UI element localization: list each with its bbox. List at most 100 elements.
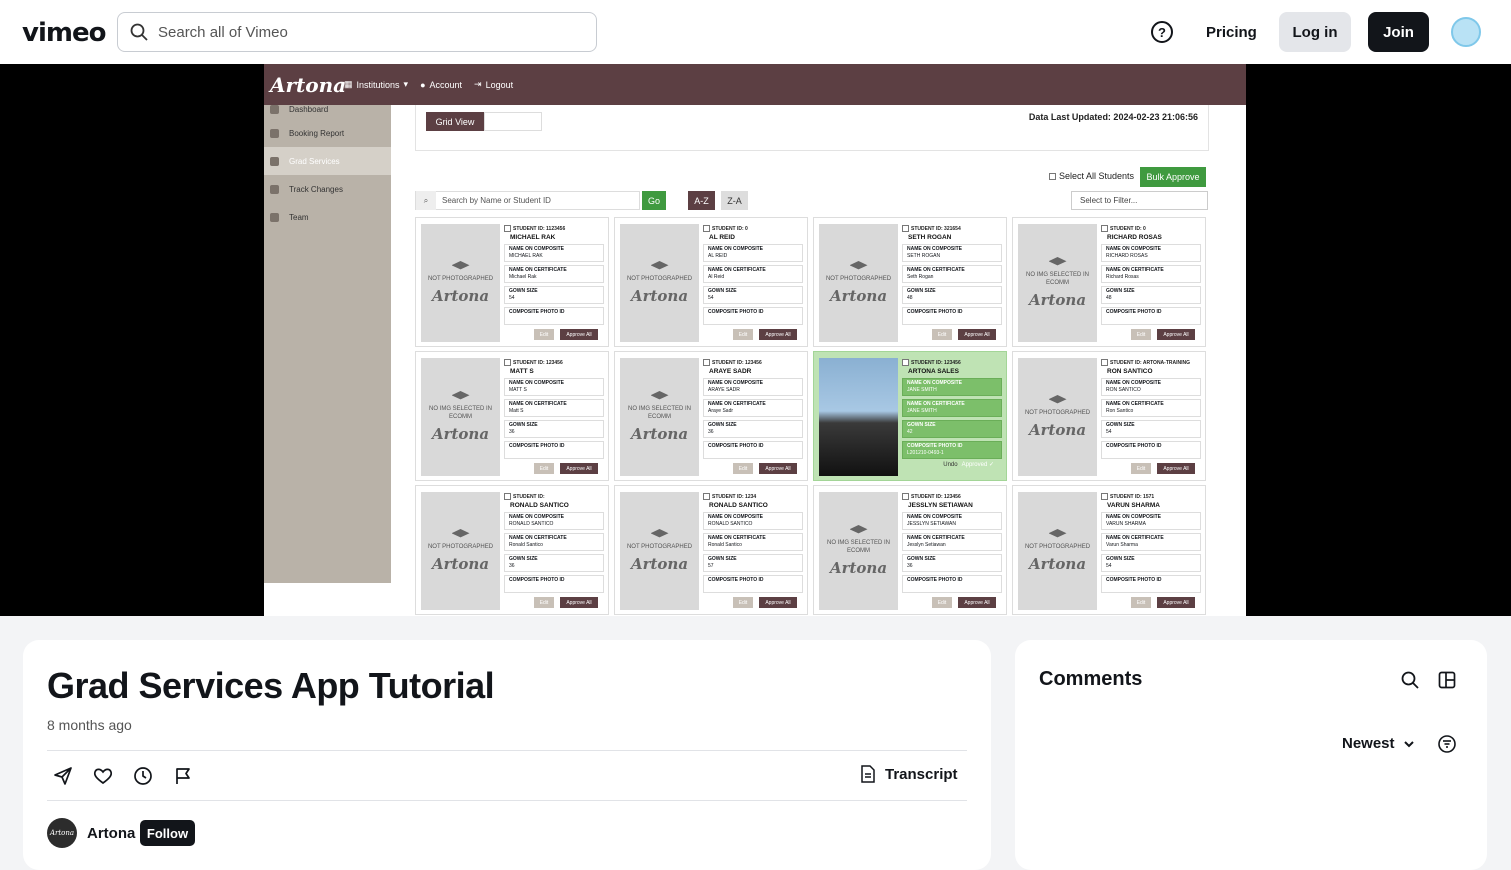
divider	[47, 800, 967, 801]
history-icon	[270, 184, 279, 194]
filter-select: Select to Filter...	[1071, 191, 1208, 210]
transcript-label: Transcript	[885, 765, 958, 783]
graduation-cap-icon	[1048, 395, 1067, 404]
field-certificate: NAME ON CERTIFICATE Ronald Santico	[703, 533, 803, 551]
search-icon[interactable]	[1401, 671, 1419, 689]
report-flag-icon[interactable]	[173, 766, 193, 786]
student-card: NOT PHOTOGRAPHED Artona STUDENT ID: 112345…	[415, 217, 609, 347]
user-avatar-icon[interactable]	[1451, 17, 1481, 47]
channel-avatar[interactable]: Artona	[47, 818, 77, 848]
help-icon[interactable]: ?	[1150, 20, 1174, 44]
edit-button: Edit	[1131, 329, 1151, 340]
undo-approved: Undo Approved ✓	[943, 462, 994, 468]
field-composite: NAME ON COMPOSITE MICHAEL RAK	[504, 244, 604, 262]
graduation-cap-icon	[650, 261, 669, 270]
watch-later-icon[interactable]	[133, 766, 153, 786]
field-certificate: NAME ON CERTIFICATE Ronald Santico	[504, 533, 604, 551]
field-photo-id: COMPOSITE PHOTO ID	[703, 575, 803, 593]
field-certificate: NAME ON CERTIFICATE JANE SMITH	[902, 399, 1002, 417]
field-composite: NAME ON COMPOSITE VARUN SHARMA	[1101, 512, 1201, 530]
comments-title: Comments	[1039, 668, 1143, 690]
photo-status: NOT PHOTOGRAPHED	[626, 276, 693, 282]
student-card: NOT PHOTOGRAPHED Artona STUDENT ID: ARTONA…	[1012, 351, 1206, 481]
graduation-cap-icon	[1048, 257, 1067, 266]
sort-dropdown[interactable]: Newest	[1342, 735, 1415, 752]
sort-label: Newest	[1342, 735, 1395, 752]
field-photo-id: COMPOSITE PHOTO ID	[504, 575, 604, 593]
search-input[interactable]	[158, 23, 558, 41]
field-composite: NAME ON COMPOSITE AL REID	[703, 244, 803, 262]
share-icon[interactable]	[53, 766, 73, 786]
artona-watermark: Artona	[1028, 421, 1087, 439]
graduation-cap-icon	[451, 529, 470, 538]
student-card: NO IMG SELECTED IN ECOMM Artona STUDENT ID…	[1012, 217, 1206, 347]
vimeo-logo[interactable]: vimeo	[22, 18, 106, 48]
student-name: MATT S	[510, 368, 534, 375]
checkbox-icon	[902, 225, 909, 232]
student-name: RICHARD ROSAS	[1107, 234, 1162, 241]
login-button[interactable]: Log in	[1279, 12, 1351, 52]
search-box[interactable]	[117, 12, 597, 52]
student-name: VARUN SHARMA	[1107, 502, 1160, 509]
artona-watermark: Artona	[630, 287, 689, 305]
artona-logo: Artona	[270, 72, 347, 97]
field-certificate: NAME ON CERTIFICATE Al Reid	[703, 265, 803, 283]
filter-icon[interactable]	[1438, 735, 1456, 753]
checkbox-icon	[504, 493, 511, 500]
graduation-cap-icon	[650, 529, 669, 538]
student-name: MICHAEL RAK	[510, 234, 556, 241]
checkbox-icon	[902, 359, 909, 366]
approve-all-button: Approve All	[759, 597, 797, 608]
field-certificate: NAME ON CERTIFICATE Araye Sadr	[703, 399, 803, 417]
field-composite: NAME ON COMPOSITE RONALD SANTICO	[504, 512, 604, 530]
go-button: Go	[642, 191, 666, 210]
field-gown: GOWN SIZE 36	[504, 420, 604, 438]
field-gown: GOWN SIZE 54	[1101, 420, 1201, 438]
field-photo-id: COMPOSITE PHOTO ID L201210-0493-1	[902, 441, 1002, 459]
bulk-approve-button: Bulk Approve	[1140, 167, 1206, 187]
field-gown: GOWN SIZE 48	[902, 286, 1002, 304]
building-icon: ▦	[344, 79, 353, 89]
approve-all-button: Approve All	[560, 597, 598, 608]
field-certificate: NAME ON CERTIFICATE Michael Rak	[504, 265, 604, 283]
student-id: STUDENT ID: 123456	[703, 359, 803, 366]
field-certificate: NAME ON CERTIFICATE Seth Rogan	[902, 265, 1002, 283]
student-card: NO IMG SELECTED IN ECOMM Artona STUDENT ID…	[415, 351, 609, 481]
app-header: Artona ▦ Institutions ▾ ● Account ⇥ Logout	[264, 64, 1246, 105]
sidebar-item-grad-services: Grad Services	[264, 147, 391, 175]
artona-watermark: Artona	[431, 425, 490, 443]
field-composite: NAME ON COMPOSITE SETH ROGAN	[902, 244, 1002, 262]
like-icon[interactable]	[93, 766, 113, 786]
approve-all-button: Approve All	[1157, 463, 1195, 474]
nav-account: ● Account	[420, 79, 463, 90]
sidebar-item-track-changes: Track Changes	[264, 175, 391, 203]
channel-name[interactable]: Artona	[87, 825, 135, 842]
graduation-cap-icon	[849, 525, 868, 534]
list-view-button	[484, 112, 542, 131]
sidebar-item-booking-report: Booking Report	[264, 119, 391, 147]
student-id: STUDENT ID: 1123456	[504, 225, 604, 232]
panel-layout-icon[interactable]	[1438, 671, 1456, 689]
checkbox-icon	[1101, 359, 1108, 366]
field-certificate: NAME ON CERTIFICATE Ron Santico	[1101, 399, 1201, 417]
transcript-button[interactable]: Transcript	[859, 765, 958, 783]
photo-placeholder: NOT PHOTOGRAPHED Artona	[1018, 492, 1097, 610]
artona-watermark: Artona	[630, 425, 689, 443]
artona-watermark: Artona	[630, 555, 689, 573]
approve-all-button: Approve All	[958, 597, 996, 608]
video-player[interactable]: Artona ▦ Institutions ▾ ● Account ⇥ Logout D…	[0, 64, 1511, 616]
graduation-cap-icon	[1048, 529, 1067, 538]
follow-button[interactable]: Follow	[140, 820, 195, 846]
artona-watermark: Artona	[431, 555, 490, 573]
data-updated-label: Data Last Updated: 2024-02-23 21:06:56	[1028, 112, 1198, 122]
join-button[interactable]: Join	[1368, 12, 1429, 52]
student-name: ARTONA SALES	[908, 368, 959, 375]
app-main: Grid View Data Last Updated: 2024-02-23 …	[391, 105, 1246, 616]
video-age: 8 months ago	[47, 717, 132, 733]
student-card: NOT PHOTOGRAPHED Artona STUDENT ID: 0 AL RE…	[614, 217, 808, 347]
pricing-link[interactable]: Pricing	[1196, 12, 1267, 52]
checkbox-icon	[504, 225, 511, 232]
photo-status: NOT PHOTOGRAPHED	[427, 276, 494, 282]
field-photo-id: COMPOSITE PHOTO ID	[504, 307, 604, 325]
video-title: Grad Services App Tutorial	[47, 665, 495, 706]
